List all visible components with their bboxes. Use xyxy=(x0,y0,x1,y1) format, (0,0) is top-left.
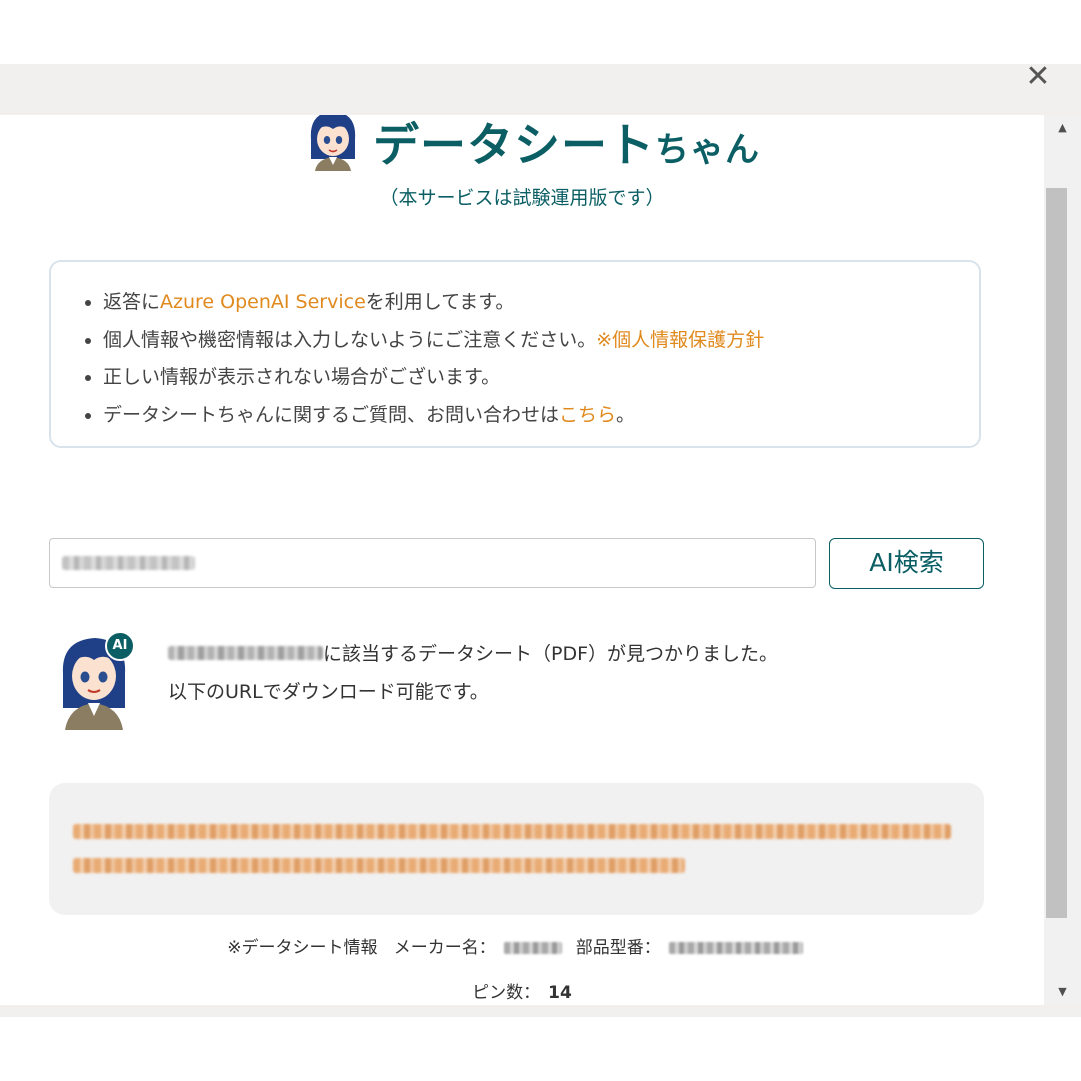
redacted-part-number xyxy=(168,645,323,660)
scroll-up-icon[interactable]: ▲ xyxy=(1044,115,1081,141)
redacted-download-link[interactable] xyxy=(73,824,951,839)
contact-link[interactable]: こちら xyxy=(559,404,616,426)
ai-badge: AI xyxy=(112,638,128,653)
ai-search-button[interactable]: AI検索 xyxy=(829,538,984,589)
character-avatar-icon xyxy=(310,115,356,171)
azure-link[interactable]: Azure OpenAI Service xyxy=(160,291,366,313)
redacted-part-number xyxy=(668,942,803,954)
app-title: データシートちゃん xyxy=(373,118,760,172)
notice-item: データシートちゃんに関するご質問、お問い合わせはこちら。 xyxy=(103,397,979,435)
privacy-policy-link[interactable]: ※個人情報保護方針 xyxy=(596,329,764,351)
logo: データシートちゃん xyxy=(305,115,759,175)
subtitle: （本サービスは試験運用版です） xyxy=(379,187,665,209)
close-icon[interactable]: ✕ xyxy=(1021,62,1055,92)
ai-response-text: に該当するデータシート（PDF）が見つかりました。 以下のURLでダウンロード可… xyxy=(168,643,779,703)
notice-item: 正しい情報が表示されない場合がございます。 xyxy=(103,359,979,397)
part-number-input[interactable] xyxy=(49,538,816,588)
redacted-maker-name xyxy=(503,942,562,954)
redacted-download-link[interactable] xyxy=(73,858,685,873)
modal-footer-bar xyxy=(0,1005,1081,1017)
modal-content: データシートちゃん （本サービスは試験運用版です） 返答にAzure OpenA… xyxy=(0,115,1044,1005)
notice-item: 個人情報や機密情報は入力しないようにご注意ください。※個人情報保護方針 xyxy=(103,322,979,360)
vertical-scrollbar[interactable]: ▲ ▼ xyxy=(1044,115,1081,1005)
notice-item: 返答にAzure OpenAI Serviceを利用してます。 xyxy=(103,284,979,322)
pin-count: ピン数： 14 xyxy=(472,983,572,1003)
modal-header-bar xyxy=(0,64,1081,115)
scroll-thumb[interactable] xyxy=(1046,188,1067,918)
notice-box: 返答にAzure OpenAI Serviceを利用してます。 個人情報や機密情… xyxy=(49,260,981,448)
scroll-down-icon[interactable]: ▼ xyxy=(1044,979,1081,1005)
redacted-input-value xyxy=(62,556,195,570)
datasheet-info: ※データシート情報 メーカー名： 部品型番： xyxy=(0,933,1044,958)
download-url-box xyxy=(49,783,984,915)
